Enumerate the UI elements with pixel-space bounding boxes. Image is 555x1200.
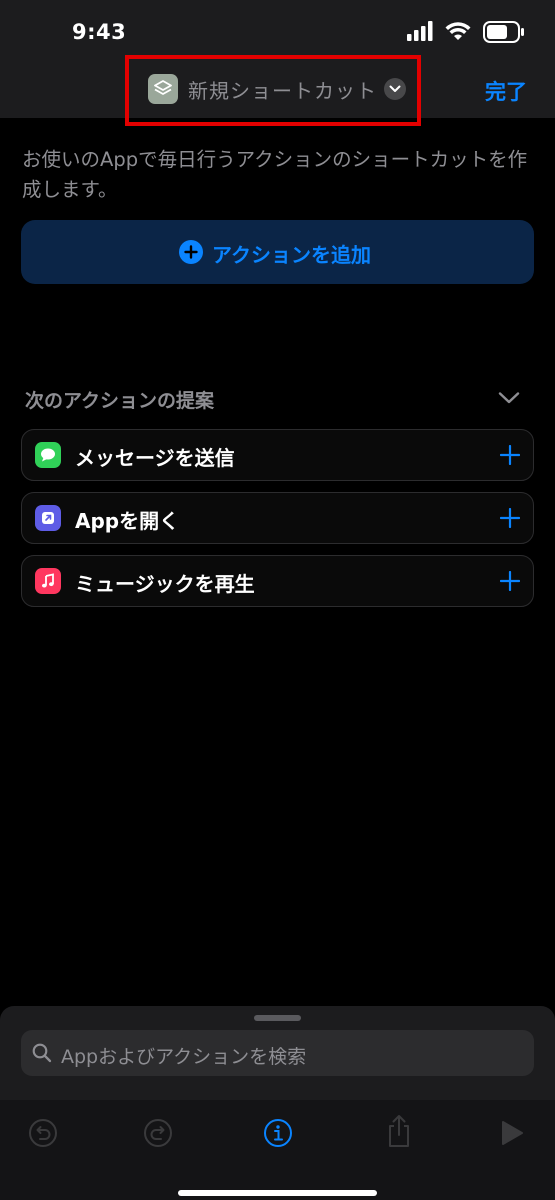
redo-icon[interactable]	[143, 1118, 173, 1148]
highlight-annotation	[125, 55, 421, 126]
add-icon[interactable]	[500, 445, 520, 465]
add-action-button[interactable]: アクションを追加	[21, 220, 534, 284]
home-indicator	[178, 1190, 377, 1196]
play-icon[interactable]	[499, 1118, 525, 1148]
action-search-sheet: Appおよびアクションを検索	[0, 1006, 555, 1200]
open-app-icon	[35, 505, 61, 531]
add-action-content: アクションを追加	[179, 239, 379, 267]
undo-icon[interactable]	[28, 1118, 58, 1148]
suggestion-label: ミュージックを再生	[75, 572, 255, 596]
info-icon[interactable]	[263, 1118, 293, 1148]
search-input[interactable]: Appおよびアクションを検索	[21, 1030, 534, 1076]
add-icon[interactable]	[500, 508, 520, 528]
done-button[interactable]: 完了	[485, 76, 527, 106]
status-icons	[407, 21, 525, 45]
add-icon[interactable]	[500, 571, 520, 591]
status-time: 9:43	[72, 20, 127, 44]
suggestion-play-music[interactable]: ミュージックを再生	[21, 555, 534, 607]
battery-icon	[483, 21, 524, 43]
sheet-grabber[interactable]	[254, 1015, 301, 1021]
music-icon	[35, 568, 61, 594]
shortcut-editor-screen: 9:43 新規ショートカット 完了 お使いのAppで毎日行うアクションのショート…	[0, 0, 555, 1200]
search-icon	[32, 1043, 52, 1063]
messages-icon	[35, 442, 61, 468]
cellular-signal-icon	[407, 21, 433, 41]
suggestion-send-message[interactable]: メッセージを送信	[21, 429, 534, 481]
wifi-icon	[445, 22, 471, 40]
suggestion-label: メッセージを送信	[75, 446, 235, 470]
search-placeholder: Appおよびアクションを検索	[61, 1046, 307, 1068]
editor-toolbar	[0, 1100, 555, 1200]
suggestions-header: 次のアクションの提案	[25, 390, 215, 412]
share-icon[interactable]	[384, 1114, 414, 1148]
top-bar: 9:43 新規ショートカット 完了	[0, 0, 555, 126]
suggestion-label: Appを開く	[75, 509, 180, 533]
plus-circle-icon	[179, 240, 203, 264]
suggestion-open-app[interactable]: Appを開く	[21, 492, 534, 544]
chevron-down-icon[interactable]	[498, 391, 520, 405]
add-action-label: アクションを追加	[212, 243, 371, 267]
description-text: お使いのAppで毎日行うアクションのショートカットを作成します。	[22, 148, 528, 201]
